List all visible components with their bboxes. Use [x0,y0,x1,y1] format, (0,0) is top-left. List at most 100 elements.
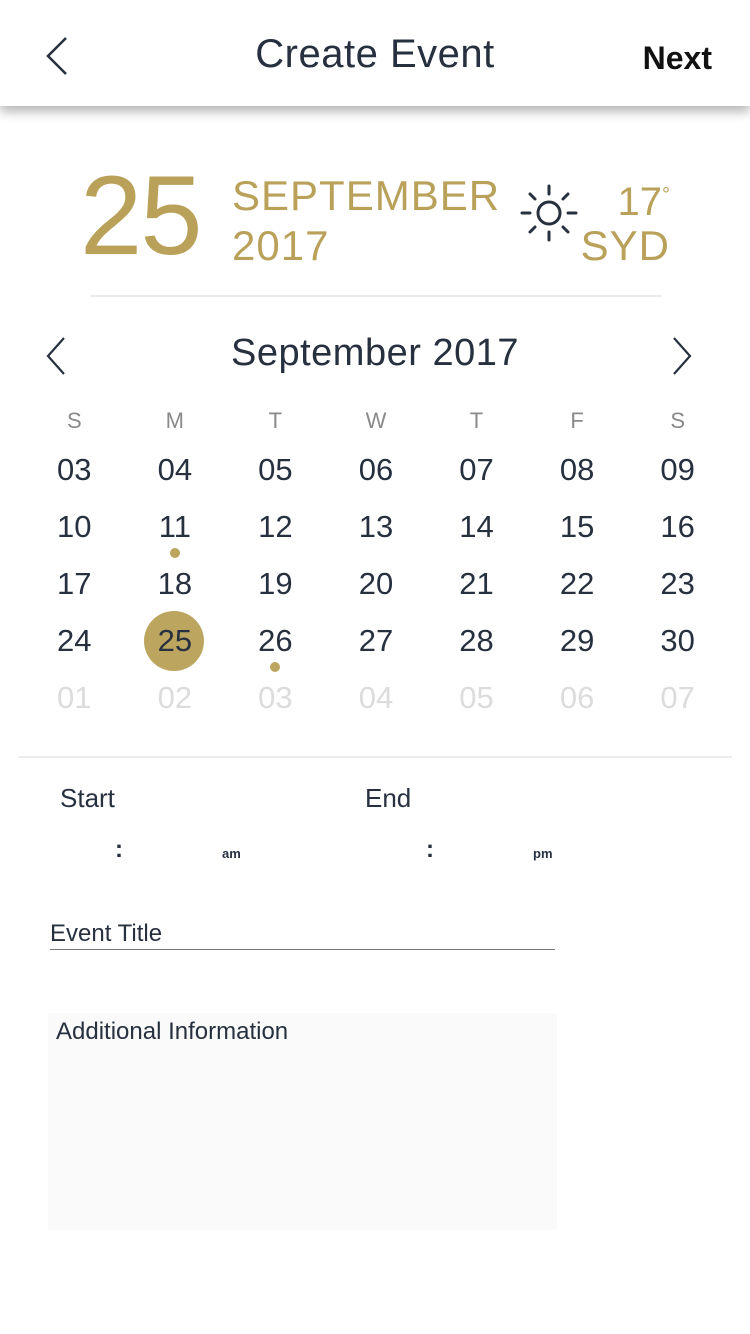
day-cell[interactable]: 26 [225,615,326,672]
day-number: 13 [358,509,394,544]
day-number: 19 [258,566,293,601]
next-month-button[interactable] [666,334,696,378]
day-number: 24 [57,623,92,658]
day-cell[interactable]: 13 [326,501,427,558]
day-number: 09 [660,452,695,487]
weekday-label: M [165,408,184,433]
divider [90,295,662,297]
calendar-header: September 2017 [0,330,750,382]
day-cell[interactable]: 07 [426,444,527,501]
end-period-toggle[interactable]: pm [533,846,553,861]
day-cell[interactable]: 15 [527,501,628,558]
day-number: 05 [258,452,293,487]
day-number: 02 [157,680,193,715]
weekday-label: S [670,408,685,433]
day-cell-selected[interactable]: 25 [125,610,226,672]
weekday-label: T [469,408,484,433]
day-number: 27 [358,623,394,658]
day-cell[interactable]: 08 [527,444,628,501]
day-number: 17 [57,566,92,601]
day-cell[interactable]: 03 [24,444,125,501]
day-cell[interactable]: 11 [125,501,226,558]
calendar-grid: S M T W T F S 03 04 05 06 07 08 09 10 11 12 13 14 15 16 17 18… [24,408,728,729]
day-cell[interactable]: 18 [125,558,226,615]
day-number: 07 [459,452,494,487]
day-cell[interactable]: 20 [326,558,427,615]
day-cell[interactable]: 06 [527,672,628,729]
day-cell[interactable]: 22 [527,558,628,615]
day-number: 29 [559,623,595,658]
weekday-label: F [570,408,584,433]
divider [18,756,732,758]
day-number: 11 [158,509,191,544]
end-time-picker[interactable]: : [426,836,434,864]
day-cell[interactable]: 04 [326,672,427,729]
day-number: 05 [459,680,494,715]
week-row: 01 02 03 04 05 06 07 [24,672,728,729]
day-number: 22 [559,566,595,601]
day-cell[interactable]: 03 [225,672,326,729]
week-row: 24 25 26 27 28 29 30 [24,610,728,672]
day-cell[interactable]: 30 [627,615,728,672]
weekday-label: W [365,408,387,433]
city-code: SYD [580,222,670,269]
selected-date-header: 25 SEPTEMBER 2017 17° SYD [0,160,750,280]
day-number: 14 [459,509,494,544]
day-number: 04 [358,680,394,715]
day-cell[interactable]: 19 [225,558,326,615]
day-cell[interactable]: 27 [326,615,427,672]
day-number: 25 [157,623,193,658]
chevron-right-icon [673,337,692,375]
day-cell[interactable]: 09 [627,444,728,501]
day-cell[interactable]: 07 [627,672,728,729]
day-number: 26 [258,623,293,658]
day-cell[interactable]: 21 [426,558,527,615]
day-number: 15 [559,509,595,544]
day-cell[interactable]: 01 [24,672,125,729]
calendar-weeks: 03 04 05 06 07 08 09 10 11 12 13 14 15 16 17 18 19 20 21 22… [24,444,728,729]
day-cell[interactable]: 28 [426,615,527,672]
day-number: 16 [660,509,695,544]
day-cell[interactable]: 06 [326,444,427,501]
day-number: 07 [660,680,695,715]
day-cell[interactable]: 10 [24,501,125,558]
nav-bar: Create Event Next [0,0,750,106]
next-button[interactable]: Next [643,40,712,77]
week-row: 17 18 19 20 21 22 23 [24,558,728,615]
calendar-month-label: September 2017 [231,332,519,374]
event-title-input[interactable]: Event Title [50,920,555,950]
day-number: 06 [358,452,394,487]
start-period-toggle[interactable]: am [222,846,241,861]
sun-icon [520,184,578,242]
event-indicator-dot [270,662,281,672]
day-cell[interactable]: 24 [24,615,125,672]
day-number: 12 [258,509,293,544]
week-row: 10 11 12 13 14 15 16 [24,501,728,558]
day-cell[interactable]: 12 [225,501,326,558]
day-cell[interactable]: 05 [225,444,326,501]
weekday-label: T [268,408,283,433]
day-cell[interactable]: 29 [527,615,628,672]
start-time-label: Start [60,783,115,813]
day-cell[interactable]: 23 [627,558,728,615]
day-cell[interactable]: 16 [627,501,728,558]
day-number: 30 [660,623,695,658]
start-time-picker[interactable]: : [115,836,123,864]
day-number: 06 [559,680,595,715]
day-number: 04 [157,452,193,487]
day-cell[interactable]: 05 [426,672,527,729]
day-cell[interactable]: 02 [125,672,226,729]
day-cell[interactable]: 04 [125,444,226,501]
day-number: 21 [459,566,494,601]
temperature: 17° [618,180,671,225]
end-time-label: End [365,783,412,813]
day-cell[interactable]: 14 [426,501,527,558]
degree-symbol: ° [662,184,670,206]
day-number: 08 [559,452,595,487]
day-number: 28 [459,623,494,658]
day-cell[interactable]: 17 [24,558,125,615]
weekday-label: S [66,408,82,433]
additional-info-textarea[interactable]: Additional Information [48,1013,557,1230]
event-indicator-dot [169,548,180,558]
weekday-header: SMTWTFS [24,408,728,444]
